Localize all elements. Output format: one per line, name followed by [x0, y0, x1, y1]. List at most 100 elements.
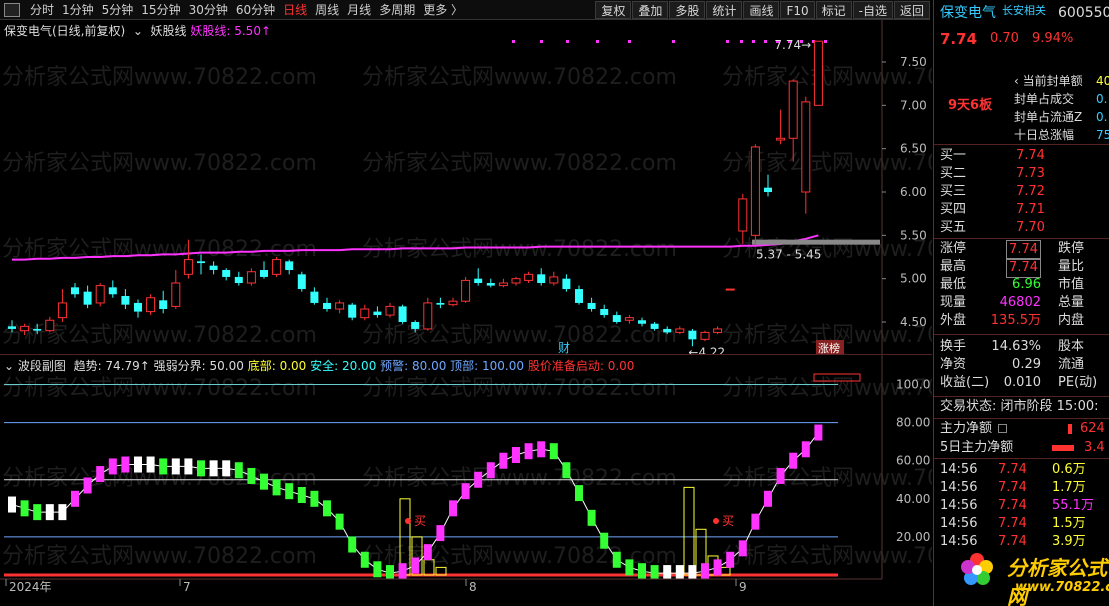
period-tab[interactable]: 30分钟 [185, 0, 232, 20]
tick-volume: 1.5万 [1052, 516, 1086, 531]
subchart-title[interactable]: 波段副图 [18, 359, 66, 373]
toolbar-button[interactable]: -自选 [852, 1, 893, 19]
toolbar-button[interactable]: 复权 [595, 1, 632, 19]
stat2-label: 净资 [940, 357, 967, 372]
candle [57, 289, 67, 322]
subchart-collapse-icon[interactable]: ⌄ [4, 359, 14, 373]
candle [285, 259, 294, 275]
toolbar-button[interactable]: 标记 [815, 1, 852, 19]
legend-item: 股价准备启动: 0.00 [524, 359, 635, 373]
trend-block [285, 483, 294, 500]
signal-dot [740, 40, 743, 43]
period-tab[interactable]: 多周期 [375, 0, 419, 20]
toolbar-button[interactable]: 叠加 [632, 1, 669, 19]
trend-block [726, 551, 735, 568]
related-link[interactable]: 长安相关 [1002, 2, 1046, 20]
trend-block [58, 504, 67, 521]
bid-label: 买四 [940, 202, 967, 217]
candle [146, 294, 156, 316]
buy-dot-icon [405, 518, 411, 524]
candle [776, 109, 786, 145]
candle [134, 299, 142, 318]
wave-subchart[interactable]: 分析家公式网www.70822.com 分析家公式网www.70822.com 分析… [0, 354, 1037, 582]
date-tick-label: 8 [469, 580, 477, 594]
finance-event-label[interactable]: 财 [558, 341, 570, 355]
trend-block [474, 471, 483, 488]
candle [260, 261, 268, 279]
stat-row: 现量 46802 总量 [940, 294, 1107, 312]
signal-dot [512, 40, 515, 43]
watermark-text: 分析家公式网www.70822.com [362, 376, 677, 401]
trend-value: 趋势: 74.79↑ [73, 359, 150, 373]
trend-block [121, 456, 130, 473]
period-tab[interactable]: 60分钟 [232, 0, 279, 20]
trend-block [33, 504, 42, 521]
toolbar-button[interactable]: 统计 [706, 1, 743, 19]
stat2-value: 14.63% [991, 339, 1041, 354]
subchart-legend: 强弱分界: 50.00 底部: 0.00 安全: 20.00 预警: 80.00… [154, 359, 635, 373]
toolbar-button[interactable]: 多股 [669, 1, 706, 19]
candle [108, 280, 117, 298]
logo-text: 分析家公式网 [1007, 556, 1107, 606]
tick-time: 14:56 [940, 462, 978, 477]
toolbar-button[interactable]: 画线 [743, 1, 780, 19]
toolbar-button[interactable]: F10 [780, 1, 815, 19]
trend-block [386, 565, 394, 582]
period-tab[interactable]: 15分钟 [137, 0, 184, 20]
trend-block [776, 467, 785, 484]
trend-block [45, 504, 54, 521]
menu-icon[interactable] [4, 2, 20, 17]
indicator-toggle-icon[interactable]: ⌄ [129, 24, 147, 38]
watermark-text: 分析家公式网www.70822.com [362, 323, 677, 348]
bid-row: 买四 7.71 [940, 201, 1107, 219]
period-tab[interactable]: 1分钟 [58, 0, 98, 20]
tick-row: 14:56 7.74 0.6万 [940, 461, 1107, 479]
tick-row: 14:56 7.74 55.1万 [940, 497, 1107, 515]
bid-row: 买五 7.70 [940, 219, 1107, 237]
price-tick-label: 7.50 [900, 55, 927, 69]
signal-dot [672, 40, 675, 43]
stat2-value: 0.010 [1003, 375, 1041, 390]
price-tick-label: 6.50 [900, 142, 927, 156]
seal-row: 封单占流通Z 0. [1014, 108, 1107, 126]
trend-block [398, 563, 407, 580]
candle [801, 96, 811, 214]
info-icon[interactable] [998, 424, 1008, 433]
candle [713, 326, 723, 335]
stat-row: 涨停 7.74 跌停 [940, 240, 1107, 260]
price-tick-label: 6.00 [900, 185, 927, 199]
period-tab[interactable]: 更多 〉 [419, 0, 467, 20]
stat-label: 最低 [940, 277, 967, 292]
seal-label: 十日总涨幅 [1014, 128, 1075, 142]
candlestick-chart[interactable]: 分析家公式网www.70822.com 分析家公式网www.70822.com 分析… [0, 20, 1037, 359]
main-chart-title-bar: 保变电气(日线,前复权) ⌄ 妖股线 妖股线: 5.50↑ [4, 22, 271, 39]
trend-block [297, 487, 306, 503]
stock-chart-title: 保变电气(日线,前复权) [4, 24, 126, 38]
candle [675, 326, 685, 335]
signal-bar [683, 486, 695, 576]
stock-name: 保变电气 [940, 5, 996, 21]
candle [486, 278, 495, 288]
candle [612, 311, 621, 324]
toolbar-button[interactable]: 返回 [893, 1, 930, 19]
stat-label: 外盘 [940, 313, 967, 328]
period-tab[interactable]: 日线 [279, 0, 311, 20]
current-price: 7.74 [940, 30, 978, 48]
period-tab[interactable]: 分时 [26, 0, 58, 20]
bid-price: 7.72 [1016, 184, 1045, 199]
candle [297, 271, 306, 292]
indicator-name[interactable]: 妖股线 [151, 24, 187, 38]
candle [423, 297, 433, 331]
main-net-row: 主力净额 624 [940, 420, 1107, 438]
watermark-text: 分析家公式网www.70822.com [2, 151, 317, 176]
period-tab[interactable]: 5分钟 [98, 0, 138, 20]
stat-row: 最低 6.96 市值 [940, 276, 1107, 294]
period-tab[interactable]: 月线 [343, 0, 375, 20]
date-axis-svg: 2024年 7 8 9 [0, 578, 882, 594]
period-tab[interactable]: 周线 [311, 0, 343, 20]
trend-block [335, 513, 344, 530]
watermark-text: 分析家公式网www.70822.com [2, 376, 317, 401]
candle [71, 283, 79, 298]
main-net5-row: 5日主力净额 3.4 [940, 439, 1107, 457]
seal-value: 40 [1096, 74, 1109, 88]
